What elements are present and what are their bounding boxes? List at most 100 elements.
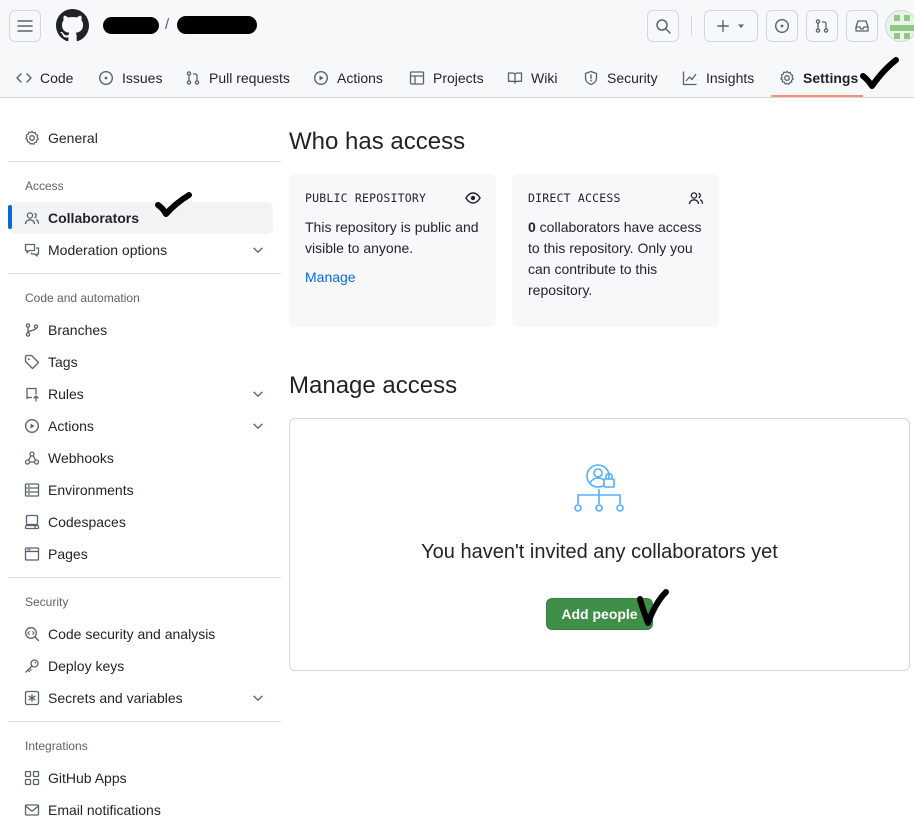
sidebar-item-github-apps[interactable]: GitHub Apps [9,762,273,794]
sidebar-item-label: Deploy keys [48,658,125,674]
sidebar-item-secrets-and-variables[interactable]: Secrets and variables [9,682,273,714]
server-icon [24,483,40,497]
inbox-button[interactable] [846,10,878,42]
tab-code[interactable]: Code [16,58,73,98]
redacted-owner-name[interactable] [103,17,159,34]
card-title: PUBLIC REPOSITORY [305,191,427,205]
create-new-button[interactable] [704,10,758,42]
active-item-indicator [8,205,12,229]
play-icon [24,418,40,434]
hamburger-menu-button[interactable] [9,10,41,42]
tab-label: Projects [433,70,484,86]
sidebar-item-moderation-options[interactable]: Moderation options [9,234,273,266]
issue-icon [774,18,790,34]
sidebar-item-webhooks[interactable]: Webhooks [9,442,273,474]
sidebar-item-label: General [48,130,98,146]
code-icon [16,73,32,83]
sidebar-item-label: Actions [48,418,94,434]
sidebar-item-label: Rules [48,386,84,402]
repo-header: / Code Issues Pull requests Actions Proj… [0,0,914,98]
tab-insights[interactable]: Insights [682,58,754,98]
github-logo[interactable] [56,9,89,42]
sidebar-item-pages[interactable]: Pages [9,538,273,570]
tab-actions[interactable]: Actions [313,58,383,98]
asterisk-icon [24,690,40,706]
tab-projects[interactable]: Projects [409,58,484,98]
tag-icon [24,354,40,370]
sidebar-item-actions[interactable]: Actions [9,410,273,442]
header-divider [691,16,692,36]
table-icon [409,71,425,85]
chevron-down-icon [253,423,263,429]
webhook-icon [24,451,40,465]
tab-label: Insights [706,70,755,86]
sidebar-item-email-notifications[interactable]: Email notifications [9,794,273,825]
tab-label: Pull requests [209,70,290,86]
gear-icon [780,70,794,85]
sidebar-divider [9,161,281,162]
sidebar-heading-integrations: Integrations [25,739,88,753]
collaborators-illustration-icon [574,464,624,512]
sidebar-item-rules[interactable]: Rules [9,378,273,410]
sidebar-item-deploy-keys[interactable]: Deploy keys [9,650,273,682]
inbox-icon [855,20,869,32]
triangle-down-icon [738,24,744,28]
hamburger-icon [17,20,33,32]
sidebar-item-label: Branches [48,322,108,338]
search-icon [656,19,671,34]
manage-access-box: You haven't invited any collaborators ye… [289,418,910,671]
add-people-button[interactable]: Add people [546,598,653,630]
tab-label: Actions [337,70,383,86]
apps-icon [24,770,40,786]
avatar[interactable] [885,10,914,42]
sidebar-item-label: Collaborators [48,210,140,226]
plus-icon [717,20,729,32]
shield-icon [584,70,598,86]
tab-label: Wiki [531,70,558,86]
play-icon [313,70,329,86]
tab-security[interactable]: Security [583,58,658,98]
issues-button[interactable] [766,10,798,42]
sidebar-item-general[interactable]: General [9,122,273,154]
sidebar-heading-code-and-automation: Code and automation [25,291,140,305]
tab-wiki[interactable]: Wiki [507,58,557,98]
tab-pull-requests[interactable]: Pull requests [185,58,290,98]
sidebar-item-label: Webhooks [48,450,114,466]
pull-request-icon [186,71,200,85]
pull-request-icon [815,19,829,33]
repo-path-separator: / [165,16,170,33]
redacted-repo-name[interactable] [177,16,257,34]
sidebar-item-label: Moderation options [48,242,168,258]
pull-requests-button[interactable] [806,10,838,42]
empty-state-title: You haven't invited any collaborators ye… [421,541,778,563]
manage-access-title: Manage access [289,372,458,399]
tab-settings[interactable]: Settings [779,58,858,98]
sidebar-item-collaborators[interactable]: Collaborators [9,202,273,234]
card-description: 0 collaborators have access to this repo… [528,217,703,301]
sidebar-item-label: Secrets and variables [48,690,183,706]
eye-icon [465,192,481,204]
public-repository-card: PUBLIC REPOSITORY This repository is pub… [289,174,496,327]
tab-issues[interactable]: Issues [98,58,162,98]
card-title: DIRECT ACCESS [528,191,621,205]
graph-icon [682,71,697,86]
key-icon [25,659,39,673]
git-branch-icon [25,323,39,337]
issue-icon [98,70,114,86]
tab-label: Settings [803,70,859,86]
sidebar-item-tags[interactable]: Tags [9,346,273,378]
sidebar-item-environments[interactable]: Environments [9,474,273,506]
sidebar-item-codespaces[interactable]: Codespaces [9,506,273,538]
sidebar-item-label: Email notifications [48,802,161,818]
people-icon [24,212,40,225]
sidebar-item-label: Tags [48,354,78,370]
sidebar-item-label: Pages [48,546,88,562]
tab-label: Issues [122,70,163,86]
sidebar-item-branches[interactable]: Branches [9,314,273,346]
mail-icon [24,804,40,816]
manage-visibility-link[interactable]: Manage [305,269,356,285]
card-description: This repository is public and visible to… [305,219,479,256]
search-button[interactable] [647,10,679,42]
sidebar-item-label: Environments [48,482,134,498]
sidebar-item-code-security[interactable]: Code security and analysis [9,618,273,650]
